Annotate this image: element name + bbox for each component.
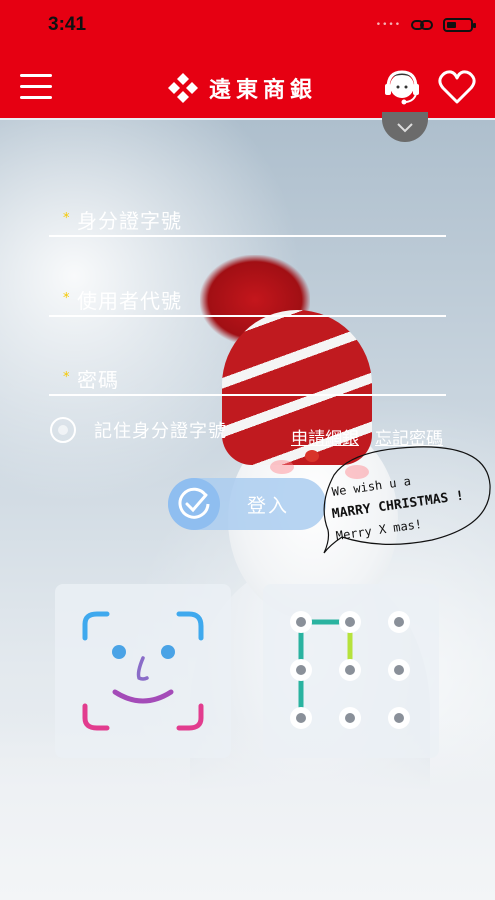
chevron-down-icon xyxy=(397,123,413,133)
app-header: 遠東商銀 xyxy=(0,52,495,118)
user-code-label: 使用者代號 xyxy=(77,289,182,313)
snowman-nose xyxy=(305,450,319,462)
brand: 遠東商銀 xyxy=(165,70,317,106)
user-code-field[interactable]: * 使用者代號 xyxy=(49,287,446,317)
id-number-field[interactable]: * 身分證字號 xyxy=(49,207,446,237)
remember-radio[interactable] xyxy=(50,417,76,443)
battery-icon xyxy=(443,18,476,32)
heart-icon[interactable] xyxy=(437,68,477,106)
hamburger-icon[interactable] xyxy=(20,74,52,100)
pattern-lock-icon xyxy=(290,611,410,729)
brand-logo-icon xyxy=(168,73,198,103)
password-field[interactable]: * 密碼 xyxy=(49,366,446,396)
remember-id-toggle[interactable]: 記住身分證字號 xyxy=(50,417,227,443)
status-time: 3:41 xyxy=(48,14,87,35)
face-id-icon xyxy=(82,611,204,731)
christmas-greeting: We wish u a MARRY CHRISTMAS ! Merry X ma… xyxy=(322,445,492,555)
face-id-login-card[interactable] xyxy=(55,584,231,758)
checkmark-icon xyxy=(168,478,220,530)
link-icon xyxy=(411,20,433,30)
login-label: 登入 xyxy=(246,494,289,517)
status-icons: •••• xyxy=(375,18,476,32)
login-button[interactable]: 登入 xyxy=(168,478,326,530)
headset-agent-icon[interactable] xyxy=(382,66,422,108)
brand-name: 遠東商銀 xyxy=(209,77,318,103)
password-label: 密碼 xyxy=(77,368,119,392)
pattern-login-card[interactable] xyxy=(263,584,439,758)
required-mark: * xyxy=(63,211,70,226)
snowman-cheek xyxy=(270,460,294,474)
required-mark: * xyxy=(63,370,70,385)
remember-label: 記住身分證字號 xyxy=(94,421,227,442)
status-bar: 3:41 •••• xyxy=(0,0,495,52)
id-number-label: 身分證字號 xyxy=(77,209,182,233)
required-mark: * xyxy=(63,291,70,306)
signal-strength: •••• xyxy=(375,20,401,30)
